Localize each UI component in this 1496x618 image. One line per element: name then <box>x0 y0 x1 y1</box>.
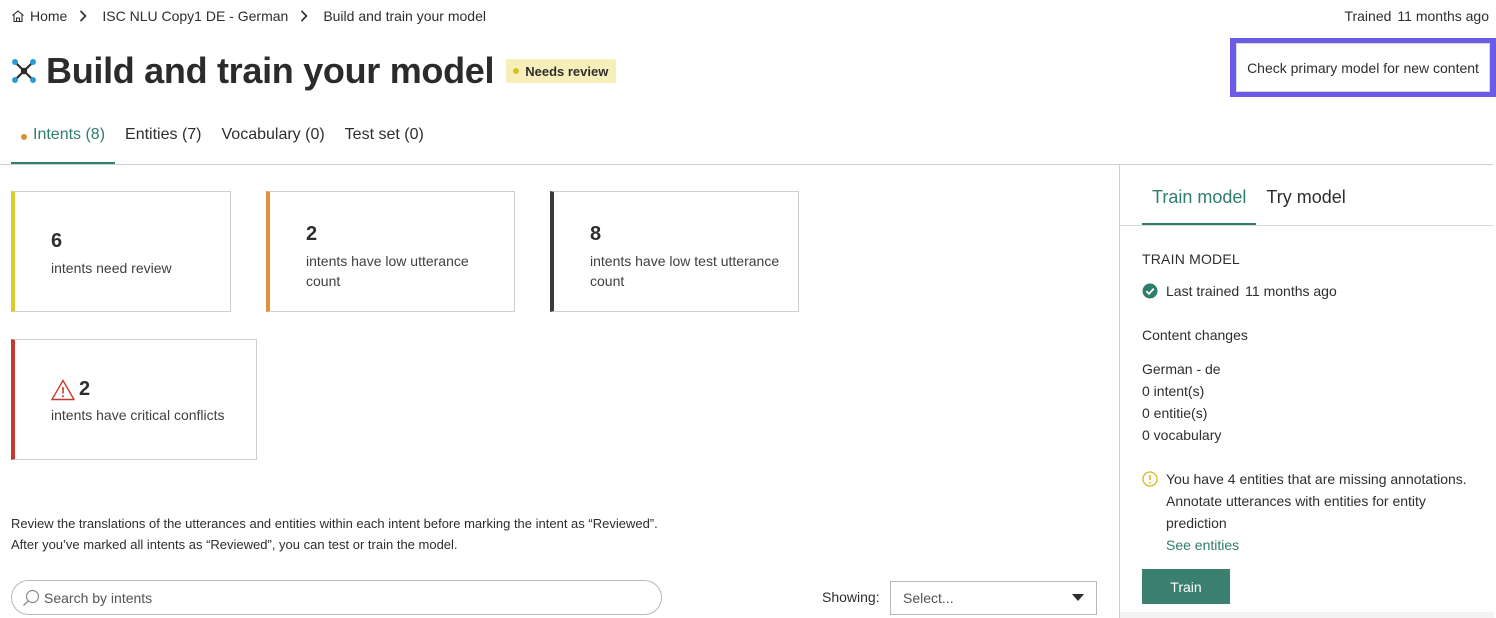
card-low-utterance[interactable]: 2 intents have low utterance count <box>266 191 515 312</box>
tab-intents-label: Intents (8) <box>33 126 106 143</box>
chevron-right-icon <box>79 9 89 23</box>
focus-highlight: Check primary model for new content <box>1230 38 1496 97</box>
card-count: 6 <box>51 230 63 252</box>
tab-entities-label: Entities (7) <box>125 126 202 143</box>
review-instructions: Review the translations of the utterance… <box>11 513 771 555</box>
review-line-1: Review the translations of the utterance… <box>11 516 658 531</box>
warning-icon <box>51 378 75 401</box>
content-changes-list: German - de 0 intent(s) 0 entitie(s) 0 v… <box>1142 358 1221 446</box>
check-circle-icon <box>1142 283 1158 299</box>
card-count: 2 <box>79 378 91 400</box>
train-button[interactable]: Train <box>1142 569 1230 604</box>
tab-bar: Intents (8) Entities (7) Vocabulary (0) … <box>11 120 434 165</box>
breadcrumb-home[interactable]: Home <box>30 8 67 24</box>
caret-down-icon <box>1072 594 1084 602</box>
search-box[interactable] <box>11 580 662 615</box>
card-text: intents need review <box>51 260 172 276</box>
card-count: 8 <box>590 223 602 245</box>
last-trained-label: Last trained <box>1166 283 1240 299</box>
tab-vocabulary[interactable]: Vocabulary (0) <box>212 120 335 165</box>
panel-tab-bar: Train model Try model <box>1142 165 1356 226</box>
breadcrumb: Home ISC NLU Copy1 DE - German Build and… <box>11 6 486 26</box>
panel-footer <box>1120 612 1494 618</box>
divider <box>1120 225 1494 226</box>
card-need-review[interactable]: 6 intents need review <box>11 191 231 312</box>
content-changes-title: Content changes <box>1142 327 1248 343</box>
status-dot <box>513 68 520 74</box>
see-entities-link[interactable]: See entities <box>1166 534 1482 556</box>
search-icon <box>22 589 40 607</box>
list-item: German - de <box>1142 361 1221 377</box>
status-badge-label: Needs review <box>525 63 609 79</box>
review-line-2: After you’ve marked all intents as “Revi… <box>11 537 458 552</box>
tab-vocabulary-label: Vocabulary (0) <box>221 126 325 143</box>
last-trained-row: Last trained 11 months ago <box>1142 283 1337 299</box>
trained-label: Trained <box>1344 8 1392 24</box>
list-item: 0 entitie(s) <box>1142 405 1208 421</box>
list-item: 0 intent(s) <box>1142 383 1205 399</box>
notice-text: You have 4 entities that are missing ann… <box>1166 471 1467 531</box>
card-text: intents have low utterance count <box>306 253 469 289</box>
train-panel: Train model Try model TRAIN MODEL Last t… <box>1119 165 1494 618</box>
breadcrumb-current: Build and train your model <box>323 8 486 24</box>
status-badge: Needs review <box>506 59 617 83</box>
tab-intents[interactable]: Intents (8) <box>11 120 116 165</box>
page-title: Build and train your model <box>46 50 495 91</box>
trained-time: 11 months ago <box>1397 8 1489 24</box>
check-primary-model-button[interactable]: Check primary model for new content <box>1236 43 1490 92</box>
card-count-row: 2 <box>51 378 90 401</box>
network-model-icon <box>10 57 38 85</box>
card-count: 2 <box>306 223 318 245</box>
warning-circle-icon <box>1142 471 1158 487</box>
tab-test-set[interactable]: Test set (0) <box>335 120 434 165</box>
tab-test-set-label: Test set (0) <box>344 126 424 143</box>
last-trained-value: 11 months ago <box>1245 283 1337 299</box>
missing-annotations-notice: You have 4 entities that are missing ann… <box>1142 468 1482 556</box>
panel-heading: TRAIN MODEL <box>1142 251 1240 267</box>
showing-select[interactable]: Select... <box>890 581 1097 615</box>
search-input[interactable] <box>44 589 624 606</box>
tab-status-dot <box>21 134 27 140</box>
card-low-test-utterance[interactable]: 8 intents have low test utterance count <box>550 191 799 312</box>
breadcrumb-project[interactable]: ISC NLU Copy1 DE - German <box>102 8 288 24</box>
card-text: intents have low test utterance count <box>590 253 780 289</box>
trained-status: Trained 11 months ago <box>1344 6 1489 26</box>
card-critical-conflicts[interactable]: 2 intents have critical conflicts <box>11 339 257 460</box>
list-item: 0 vocabulary <box>1142 427 1222 443</box>
home-icon[interactable] <box>11 9 25 23</box>
card-text: intents have critical conflicts <box>51 407 225 423</box>
tab-try-model[interactable]: Try model <box>1256 165 1355 226</box>
showing-label: Showing: <box>822 589 880 605</box>
page-header: Build and train your model Needs review <box>10 48 617 94</box>
tab-entities[interactable]: Entities (7) <box>115 120 211 165</box>
tab-train-model[interactable]: Train model <box>1142 165 1257 226</box>
select-value: Select... <box>903 590 954 606</box>
chevron-right-icon <box>300 9 310 23</box>
